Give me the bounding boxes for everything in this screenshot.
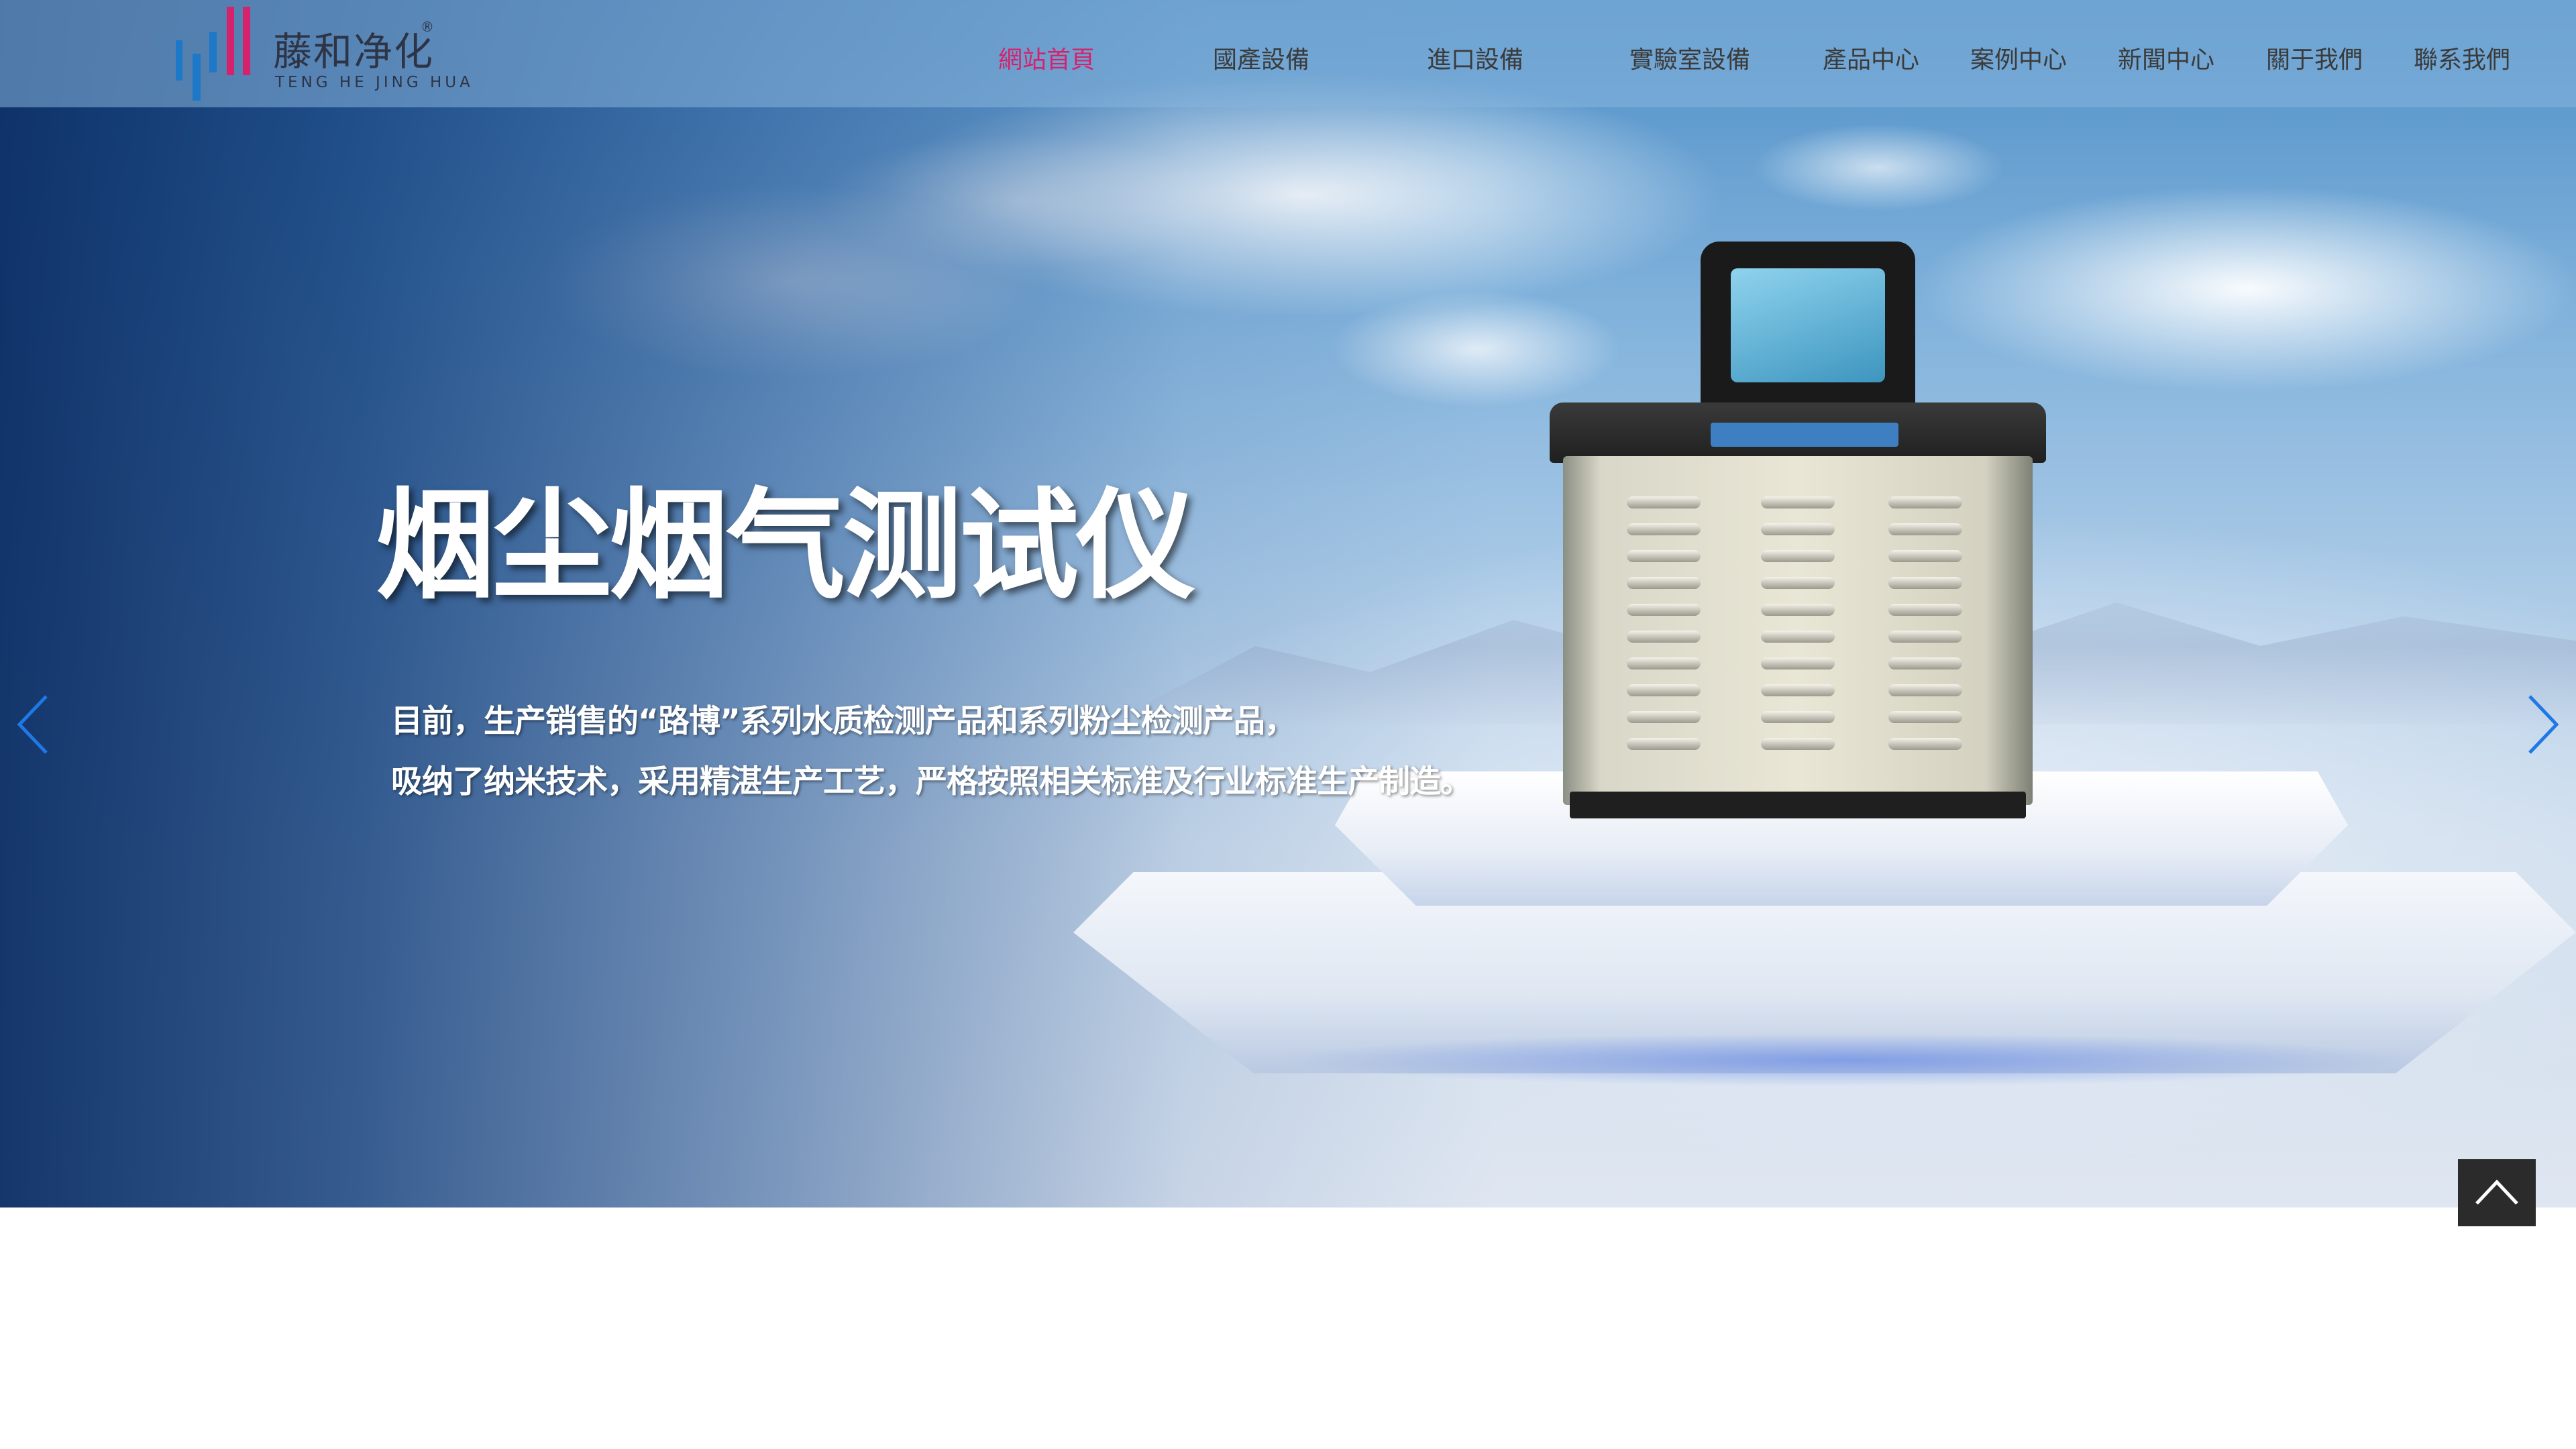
nav-item-news[interactable]: 新聞中心 [2118,40,2214,75]
vent-column-right [1888,496,1962,765]
device-body [1563,456,2033,805]
nav-item-imported-equipment[interactable]: 進口設備 [1427,40,1523,75]
chevron-left-icon [17,695,48,754]
site-logo[interactable]: 藤和净化 ® TENG HE JING HUA [176,7,470,101]
nav-item-home[interactable]: 網站首頁 [998,40,1095,75]
logo-bars-icon [176,7,250,101]
nav-item-domestic-equipment[interactable]: 國產設備 [1213,40,1309,75]
logo-text-en: TENG HE JING HUA [275,74,474,91]
site-header: 藤和净化 ® TENG HE JING HUA 網站首頁 國產設備 進口設備 實… [0,0,2576,107]
vent-column-middle [1761,496,1835,765]
banner-title: 烟尘烟气测试仪 [376,476,1195,615]
device-screen [1731,268,1885,382]
nav-item-lab-equipment[interactable]: 實驗室設備 [1629,40,1750,75]
logo-text-cn: 藤和净化 [273,29,435,74]
nav-item-products[interactable]: 產品中心 [1823,40,1919,75]
device-base [1570,792,2026,818]
back-to-top-button[interactable] [2458,1159,2536,1226]
carousel-next-button[interactable] [2520,691,2567,758]
product-image-dust-gas-tester [1550,241,2046,818]
banner-subtitle-line2: 吸纳了纳米技术，采用精湛生产工艺，严格按照相关标准及行业标准生产制造。 [391,763,1472,800]
device-screen-frame [1701,241,1915,423]
nav-item-contact[interactable]: 聯系我們 [2414,40,2510,75]
hero-banner: 烟尘烟气测试仪 目前，生产销售的“路博”系列水质检测产品和系列粉尘检测产品， 吸… [0,0,2576,1208]
carousel-prev-button[interactable] [9,691,56,758]
logo-registered-mark: ® [421,19,434,35]
nav-item-cases[interactable]: 案例中心 [1970,40,2067,75]
podium-glow [1275,1033,2415,1087]
chevron-up-icon [2475,1179,2518,1205]
device-keypad [1711,423,1898,447]
banner-subtitle-line1: 目前，生产销售的“路博”系列水质检测产品和系列粉尘检测产品， [391,703,1296,740]
nav-item-about[interactable]: 關于我們 [2266,40,2363,75]
chevron-right-icon [2528,695,2559,754]
vent-column-left [1627,496,1701,765]
